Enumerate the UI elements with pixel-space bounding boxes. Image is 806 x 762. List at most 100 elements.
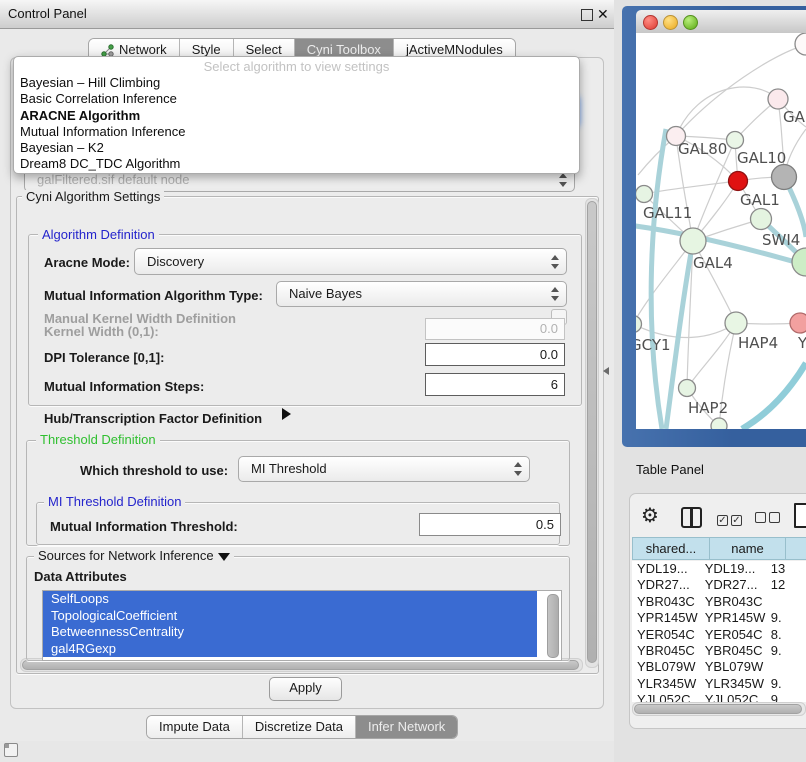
control-panel-titlebar: Control Panel ✕	[0, 0, 614, 29]
splitter-collapse-icon[interactable]	[603, 367, 609, 375]
combo-stepper-icon	[551, 255, 559, 269]
list-item-selfloops[interactable]: SelfLoops	[43, 591, 537, 608]
gear-icon[interactable]: ⚙	[641, 503, 659, 528]
network-node[interactable]	[768, 89, 788, 109]
table-row[interactable]: YDL19...YDL19...13	[632, 561, 806, 577]
network-node[interactable]	[680, 228, 706, 254]
network-window-titlebar[interactable]	[636, 10, 806, 34]
mi-threshold-title: MI Threshold Definition	[44, 495, 185, 508]
tab-label: Infer Network	[368, 716, 445, 738]
node-label: GAL4	[693, 254, 733, 272]
network-node[interactable]	[679, 380, 696, 397]
table-row[interactable]: YPR145WYPR145W9.	[632, 610, 806, 626]
mi-type-label: Mutual Information Algorithm Type:	[44, 288, 263, 303]
mi-threshold-field[interactable]: 0.5	[419, 513, 561, 536]
dpi-tolerance-field[interactable]: 0.0	[425, 343, 565, 366]
network-node[interactable]	[795, 33, 806, 55]
tab-impute-data[interactable]: Impute Data	[147, 716, 242, 738]
network-node[interactable]	[711, 418, 727, 429]
network-node[interactable]	[636, 316, 642, 333]
minimized-panel-icon[interactable]	[4, 743, 18, 757]
table-row[interactable]: YJL052CYJL052C9	[632, 692, 806, 702]
table-cell	[766, 659, 806, 675]
collapse-arrow-icon[interactable]	[218, 553, 230, 561]
zoom-traffic-light[interactable]	[683, 15, 698, 30]
table-cell: YER054C	[700, 627, 766, 643]
column-header-shared[interactable]: shared...	[632, 537, 710, 560]
table-row[interactable]: YBR043CYBR043C	[632, 594, 806, 610]
tab-infer-network[interactable]: Infer Network	[355, 716, 457, 738]
settings-vertical-scrollbar[interactable]	[585, 198, 599, 668]
table-cell: 9.	[766, 610, 806, 626]
tab-label: Impute Data	[159, 716, 230, 738]
dropdown-item-mutual-information-inference[interactable]: Mutual Information Inference	[14, 124, 579, 140]
unchecked-boxes-icon[interactable]	[755, 511, 783, 526]
node-label: GCY1	[636, 336, 671, 354]
bottom-tabbar: Impute Data Discretize Data Infer Network	[146, 715, 458, 739]
apply-button[interactable]: Apply	[269, 677, 342, 701]
combo-stepper-icon	[551, 287, 559, 301]
table-row[interactable]: YBL079WYBL079W	[632, 659, 806, 675]
network-tab-icon	[101, 44, 114, 57]
threshold-definition-title: Threshold Definition	[36, 433, 160, 446]
mi-steps-field[interactable]: 6	[425, 373, 565, 396]
table-cell: YPR145W	[632, 610, 700, 626]
column-header-extra[interactable]	[786, 537, 806, 560]
dropdown-item-bayesian-k2[interactable]: Bayesian – K2	[14, 140, 579, 156]
which-threshold-combo[interactable]: MI Threshold	[238, 456, 530, 482]
dropdown-item-dream8-dc-tdc-algorithm[interactable]: Dream8 DC_TDC Algorithm	[14, 156, 579, 172]
algorithm-definition-title: Algorithm Definition	[38, 228, 159, 241]
network-node[interactable]	[636, 186, 653, 203]
minimize-traffic-light[interactable]	[663, 15, 678, 30]
table-cell: 8.	[766, 627, 806, 643]
table-row[interactable]: YDR27...YDR27...12	[632, 577, 806, 593]
table-row[interactable]: YBR045CYBR045C9.	[632, 643, 806, 659]
node-label: HAP4	[738, 334, 778, 352]
network-node[interactable]	[790, 313, 806, 333]
kernel-width-field[interactable]: 0.0	[425, 318, 565, 340]
node-label: GAL	[783, 108, 806, 126]
table-cell: 9	[766, 692, 806, 702]
table-cell: 12	[766, 577, 806, 593]
list-item-topologicalcoefficient[interactable]: TopologicalCoefficient	[43, 608, 537, 625]
tab-discretize-data[interactable]: Discretize Data	[242, 716, 355, 738]
table-row[interactable]: YLR345WYLR345W9.	[632, 676, 806, 692]
kernel-width-label: Kernel Width (0,1):	[44, 324, 159, 339]
which-threshold-value: MI Threshold	[251, 457, 505, 481]
dropdown-item-basic-correlation-inference[interactable]: Basic Correlation Inference	[14, 91, 579, 107]
table-row[interactable]: YER054CYER054C8.	[632, 627, 806, 643]
network-canvas[interactable]: GAL80GAL10GALGAL1GAL11SWI4GAL4GCY1HAP4YH…	[636, 33, 806, 429]
table-cell: 9.	[766, 676, 806, 692]
network-node[interactable]	[729, 172, 748, 191]
dropdown-item-bayesian-hill-climbing[interactable]: Bayesian – Hill Climbing	[14, 75, 579, 91]
table-cell: YBR043C	[700, 594, 766, 610]
table-cell: YDL19...	[632, 561, 700, 577]
list-item-gal4rgexp[interactable]: gal4RGexp	[43, 641, 537, 658]
float-panel-icon[interactable]	[581, 9, 593, 21]
algorithm-dropdown-popup: Select algorithm to view settings Bayesi…	[13, 56, 580, 174]
list-scrollbar[interactable]	[547, 594, 559, 658]
close-icon[interactable]: ✕	[597, 6, 609, 23]
network-node[interactable]	[772, 165, 797, 190]
table-cell: YBR043C	[632, 594, 700, 610]
data-attributes-list[interactable]: SelfLoopsTopologicalCoefficientBetweenne…	[42, 590, 562, 661]
table-cell: YLR345W	[700, 676, 766, 692]
table-cell: 9.	[766, 643, 806, 659]
table-cell: YDR27...	[700, 577, 766, 593]
which-threshold-label: Which threshold to use:	[80, 463, 228, 478]
expand-arrow-icon[interactable]	[282, 408, 291, 420]
table-horizontal-scrollbar[interactable]	[632, 702, 806, 716]
checked-boxes-icon[interactable]: ✓✓	[717, 511, 745, 526]
dropdown-item-aracne-algorithm[interactable]: ARACNE Algorithm	[14, 108, 579, 124]
column-header-name[interactable]: name	[710, 537, 786, 560]
aracne-mode-combo[interactable]: Discovery	[134, 248, 567, 275]
mi-type-combo[interactable]: Naive Bayes	[276, 281, 567, 307]
network-node[interactable]	[751, 209, 772, 230]
file-icon[interactable]	[794, 503, 806, 528]
network-node[interactable]	[727, 132, 744, 149]
node-label: Y	[797, 334, 806, 352]
list-item-betweennesscentrality[interactable]: BetweennessCentrality	[43, 624, 537, 641]
columns-icon[interactable]	[681, 507, 702, 528]
network-node[interactable]	[725, 312, 747, 334]
close-traffic-light[interactable]	[643, 15, 658, 30]
